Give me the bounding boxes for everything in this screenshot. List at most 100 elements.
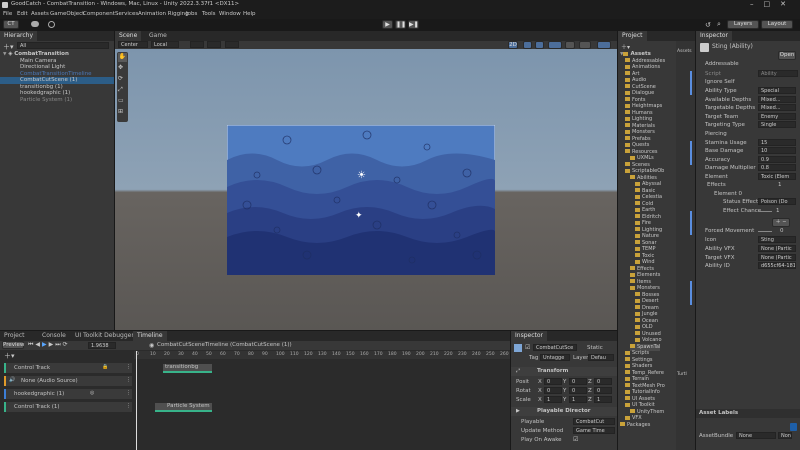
pivot-dropdown[interactable]: Center: [118, 41, 148, 48]
asset-thumb[interactable]: [690, 141, 692, 165]
lock-inspector-icon[interactable]: [790, 423, 797, 431]
playable-director-header[interactable]: ▶ Playable Director: [511, 407, 617, 416]
ability-vfx-field[interactable]: None (Partic: [758, 245, 796, 252]
timeline-track[interactable]: Control Track 🔒 ⋮: [4, 363, 132, 373]
rect-tool-icon[interactable]: ▭: [118, 97, 124, 104]
account-button[interactable]: CT: [3, 20, 19, 29]
timeline-track[interactable]: 🔊 None (Audio Source) ⋮: [4, 376, 132, 386]
pos-z-field[interactable]: 0: [594, 378, 612, 385]
gizmos-toggle[interactable]: [597, 41, 611, 49]
transport-controls[interactable]: ⏮◀▶▶⏭⟳: [28, 341, 70, 349]
inspector-field-value[interactable]: Mixed...: [758, 104, 796, 112]
static-label[interactable]: Static: [587, 345, 603, 351]
menu-window[interactable]: Window: [219, 11, 241, 17]
tab-hierarchy[interactable]: Hierarchy: [0, 31, 38, 41]
timeline-track[interactable]: hookedgraphic (1) ◎ ⋮: [4, 389, 132, 399]
lock-icon[interactable]: 🔒: [102, 364, 108, 370]
track-menu-icon[interactable]: ⋮: [126, 403, 131, 409]
inspector-field-value[interactable]: Enemy: [758, 112, 796, 120]
update-method-dropdown[interactable]: Game Time: [573, 427, 615, 434]
timeline-clip[interactable]: transitionbg: [163, 364, 212, 373]
pos-y-field[interactable]: 0: [569, 378, 587, 385]
tag-dropdown[interactable]: Untagge: [540, 354, 570, 361]
frame-field[interactable]: 1.9638: [88, 342, 116, 349]
fx-toggle[interactable]: [548, 41, 562, 49]
playable-field[interactable]: CombatCut: [573, 418, 615, 425]
move-tool-icon[interactable]: ✥: [118, 64, 123, 71]
assetbundle-variant-dropdown[interactable]: None: [778, 432, 792, 439]
transform-tool-icon[interactable]: ⊞: [118, 108, 123, 115]
open-button[interactable]: Open: [778, 51, 796, 60]
rot-z-field[interactable]: 0: [594, 387, 612, 394]
scale-x-field[interactable]: 1: [544, 396, 562, 403]
scale-tool-icon[interactable]: ⤢: [118, 86, 123, 94]
timeline-ruler[interactable]: 0 10 20 30 40 50 60 70 80 90 100 110 120 130 140 150 160…: [134, 351, 510, 359]
effect-chance-value[interactable]: 1: [776, 208, 780, 214]
add-remove-effect-buttons[interactable]: ＋ −: [772, 218, 790, 227]
pause-button[interactable]: ❚❚: [395, 20, 406, 29]
snap-dropdown[interactable]: [207, 41, 221, 48]
layers-dropdown[interactable]: Layers: [727, 20, 759, 29]
inspector-field-value[interactable]: 15: [758, 138, 796, 146]
grid-dropdown[interactable]: [190, 41, 204, 48]
rotate-tool-icon[interactable]: ⟳: [118, 75, 123, 82]
tab-inspector-small[interactable]: Inspector: [511, 331, 547, 341]
ability-id-field[interactable]: d655cf64-181c-4: [758, 262, 796, 269]
icon-field[interactable]: Sting: [758, 236, 796, 243]
camera-toggle[interactable]: [579, 41, 591, 49]
tab-scene[interactable]: Scene: [115, 31, 142, 41]
element0-label[interactable]: Element 0: [714, 191, 742, 197]
tab-project-right[interactable]: Project: [618, 31, 647, 41]
scale-z-field[interactable]: 1: [594, 396, 612, 403]
tab-console[interactable]: Console: [38, 331, 70, 341]
menu-tools[interactable]: Tools: [202, 11, 216, 17]
inspector-field-value[interactable]: Mixed...: [758, 95, 796, 103]
increment-dropdown[interactable]: [225, 41, 239, 48]
light-toggle[interactable]: [523, 41, 532, 49]
track-menu-icon[interactable]: ⋮: [126, 390, 131, 396]
assetbundle-dropdown[interactable]: None: [736, 432, 776, 439]
tab-project[interactable]: Project: [0, 331, 29, 341]
effects-label[interactable]: Effects: [707, 182, 726, 188]
audio-toggle[interactable]: [535, 41, 544, 49]
track-menu-icon[interactable]: ⋮: [126, 364, 131, 370]
inspector-field-value[interactable]: 10: [758, 147, 796, 155]
menu-animation-rigging[interactable]: Animation Rigging: [138, 11, 189, 17]
space-dropdown[interactable]: Local: [151, 41, 179, 48]
persp-toggle[interactable]: 2D: [508, 41, 518, 49]
target-icon[interactable]: ◎: [90, 390, 94, 396]
inspector-field-value[interactable]: 0.9: [758, 155, 796, 163]
asset-labels-header[interactable]: Asset Labels: [696, 409, 800, 418]
step-button[interactable]: ▶❚: [408, 20, 419, 29]
playhead[interactable]: [136, 351, 137, 450]
preview-toggle[interactable]: Preview: [2, 341, 24, 349]
rot-y-field[interactable]: 0: [569, 387, 587, 394]
tab-timeline[interactable]: Timeline: [133, 331, 167, 341]
track-menu-icon[interactable]: ⋮: [126, 377, 131, 383]
search-icon[interactable]: ⌕: [717, 20, 721, 29]
scene-viewport[interactable]: ✋ ✥ ⟳ ⤢ ▭ ⊞ ☀ ✦: [115, 49, 617, 330]
hierarchy-search-input[interactable]: All: [17, 42, 109, 49]
menu-file[interactable]: File: [3, 11, 12, 17]
menu-gameobject[interactable]: GameObject: [50, 11, 84, 17]
menu-component[interactable]: Component: [83, 11, 115, 17]
timeline-clip[interactable]: Particle System: [155, 403, 212, 412]
play-on-awake-checkbox[interactable]: ☑: [573, 436, 578, 443]
collab-icon[interactable]: [48, 21, 55, 28]
asset-thumb[interactable]: [690, 281, 692, 305]
effect-chance-slider[interactable]: [758, 211, 772, 212]
transform-header[interactable]: ⤢ Transform: [511, 367, 617, 376]
menu-jobs[interactable]: Jobs: [186, 11, 197, 17]
menu-services[interactable]: Services: [115, 11, 138, 17]
menu-help[interactable]: Help: [243, 11, 256, 17]
inspector-field-value[interactable]: Single: [758, 121, 796, 129]
window-controls[interactable]: –□✕: [750, 0, 796, 8]
hidden-toggle[interactable]: [565, 41, 575, 49]
addressable-label[interactable]: Addressable: [705, 61, 739, 67]
layer-dropdown[interactable]: Defau: [588, 354, 614, 361]
asset-thumb[interactable]: [690, 71, 692, 95]
tab-ui-toolkit-debugger[interactable]: UI Toolkit Debugger: [71, 331, 138, 341]
hand-tool-icon[interactable]: ✋: [118, 53, 127, 62]
forced-movement-value[interactable]: 0: [780, 228, 784, 234]
asset-thumb[interactable]: [690, 211, 692, 235]
